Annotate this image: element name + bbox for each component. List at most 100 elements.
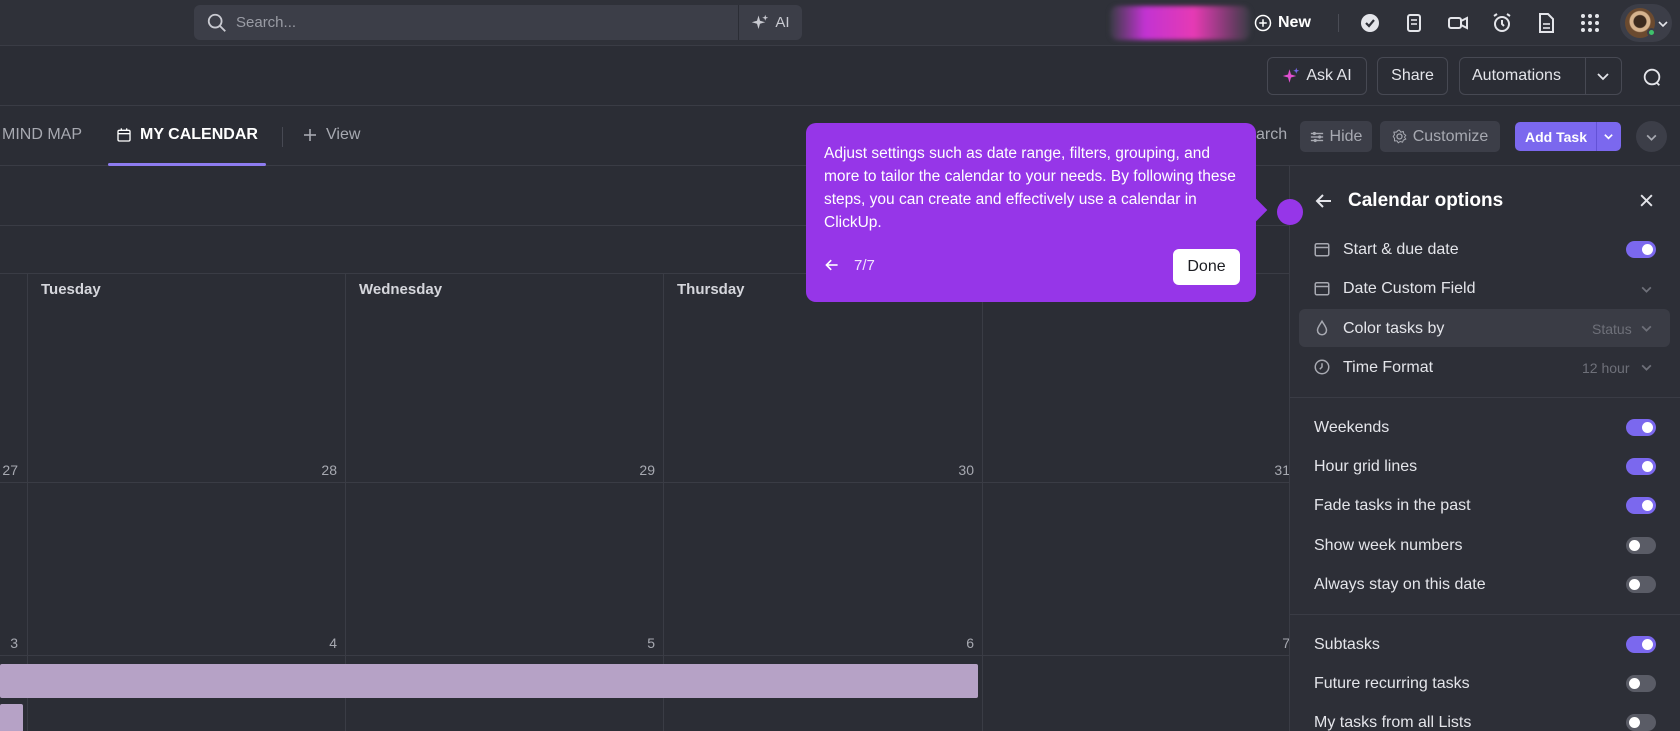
search-bar[interactable]: Search... AI: [194, 5, 802, 40]
check-circle-icon[interactable]: [1358, 11, 1382, 35]
day-number[interactable]: 7: [1250, 635, 1290, 651]
comment-icon[interactable]: [1641, 66, 1663, 88]
toggle-knob: [1629, 579, 1640, 590]
future-recurring-toggle[interactable]: [1626, 675, 1656, 692]
week-numbers-toggle[interactable]: [1626, 537, 1656, 554]
calendar-event-bar[interactable]: [0, 664, 978, 698]
apps-grid-icon[interactable]: [1578, 11, 1602, 35]
chevron-down-icon[interactable]: [1640, 361, 1653, 374]
day-number[interactable]: 31: [1250, 462, 1290, 478]
clipboard-icon[interactable]: [1402, 11, 1426, 35]
gear-icon: [1392, 129, 1407, 144]
day-number[interactable]: 3: [0, 635, 18, 651]
divider: [1289, 614, 1680, 615]
close-icon[interactable]: [1639, 193, 1654, 208]
video-icon[interactable]: [1446, 11, 1470, 35]
new-label: New: [1278, 14, 1311, 31]
hour-grid-lines-toggle[interactable]: [1626, 458, 1656, 475]
user-avatar[interactable]: [1620, 4, 1672, 42]
toggle-knob: [1642, 422, 1653, 433]
hide-button[interactable]: Hide: [1300, 121, 1372, 152]
time-format-label: Time Format: [1343, 359, 1434, 376]
customize-button[interactable]: Customize: [1380, 121, 1500, 152]
ask-ai-label: Ask AI: [1306, 67, 1352, 84]
add-view-label: View: [326, 126, 361, 143]
start-due-date-toggle[interactable]: [1626, 241, 1656, 258]
day-number[interactable]: 28: [297, 462, 337, 478]
back-arrow-icon[interactable]: [824, 257, 840, 273]
day-number[interactable]: 5: [615, 635, 655, 651]
search-icon: [207, 13, 226, 32]
toggle-knob: [1642, 500, 1653, 511]
plus-circle-icon: [1254, 14, 1272, 32]
promo-banner[interactable]: [1110, 6, 1250, 40]
new-button[interactable]: New: [1254, 9, 1311, 37]
weekends-label: Weekends: [1314, 419, 1390, 436]
tab-label: MY CALENDAR: [140, 126, 258, 143]
fade-past-toggle[interactable]: [1626, 497, 1656, 514]
share-label: Share: [1391, 67, 1434, 84]
back-arrow-icon[interactable]: [1314, 191, 1334, 211]
day-number[interactable]: 6: [934, 635, 974, 651]
grid-line: [0, 655, 1290, 656]
day-header-tuesday: Tuesday: [41, 281, 101, 298]
divider: [1289, 397, 1680, 398]
sparkle-icon: [1283, 67, 1300, 83]
grid-line: [663, 273, 664, 731]
color-tasks-by-value: Status: [1592, 321, 1632, 337]
done-button[interactable]: Done: [1173, 249, 1240, 285]
toggle-knob: [1642, 639, 1653, 650]
day-header-thursday: Thursday: [677, 281, 745, 298]
collapse-button[interactable]: [1636, 121, 1667, 152]
tab-my-calendar[interactable]: MY CALENDAR: [116, 126, 258, 144]
day-number[interactable]: 4: [297, 635, 337, 651]
ai-button[interactable]: AI: [738, 5, 802, 40]
add-task-button[interactable]: Add Task: [1515, 122, 1621, 151]
day-number[interactable]: 27: [0, 462, 18, 478]
stay-on-date-toggle[interactable]: [1626, 576, 1656, 593]
add-task-label: Add Task: [1525, 129, 1587, 145]
automations-button[interactable]: Automations: [1459, 57, 1622, 95]
subtasks-toggle[interactable]: [1626, 636, 1656, 653]
search-tasks-button[interactable]: arch: [1256, 126, 1287, 144]
calendar-icon: [1314, 282, 1330, 296]
divider: [1596, 122, 1597, 151]
future-recurring-label: Future recurring tasks: [1314, 675, 1470, 692]
document-icon[interactable]: [1534, 11, 1558, 35]
divider: [1585, 58, 1586, 94]
toggle-knob: [1629, 678, 1640, 689]
divider: [1338, 14, 1339, 32]
done-label: Done: [1187, 258, 1226, 275]
droplet-icon: [1316, 319, 1328, 336]
panel-title: Calendar options: [1348, 190, 1504, 211]
color-tasks-by-label: Color tasks by: [1343, 320, 1445, 337]
calendar-icon: [1314, 243, 1330, 257]
chevron-down-icon[interactable]: [1640, 283, 1653, 296]
sparkle-icon: [752, 14, 769, 29]
toggle-knob: [1642, 244, 1653, 255]
chevron-down-icon[interactable]: [1603, 131, 1614, 142]
time-format-value[interactable]: 12 hour: [1582, 360, 1629, 376]
grid-line: [982, 273, 983, 731]
chevron-down-icon[interactable]: [1596, 70, 1610, 84]
chevron-down-icon: [1658, 21, 1668, 28]
share-button[interactable]: Share: [1377, 57, 1448, 95]
day-number[interactable]: 29: [615, 462, 655, 478]
active-tab-indicator: [108, 163, 266, 166]
ask-ai-button[interactable]: Ask AI: [1267, 57, 1367, 95]
add-view-button[interactable]: View: [302, 126, 360, 144]
tab-mind-map[interactable]: MIND MAP: [2, 126, 82, 144]
tab-label: MIND MAP: [2, 126, 82, 143]
day-number[interactable]: 30: [934, 462, 974, 478]
my-tasks-all-lists-toggle[interactable]: [1626, 714, 1656, 731]
subtasks-label: Subtasks: [1314, 636, 1380, 653]
fade-past-label: Fade tasks in the past: [1314, 497, 1471, 514]
grid-line: [0, 482, 1290, 483]
calendar-event-bar[interactable]: [0, 704, 23, 731]
weekends-toggle[interactable]: [1626, 419, 1656, 436]
ai-label: AI: [775, 14, 790, 31]
week-numbers-label: Show week numbers: [1314, 537, 1463, 554]
sliders-icon: [1310, 131, 1323, 142]
date-custom-field-label: Date Custom Field: [1343, 280, 1476, 297]
alarm-icon[interactable]: [1490, 11, 1514, 35]
